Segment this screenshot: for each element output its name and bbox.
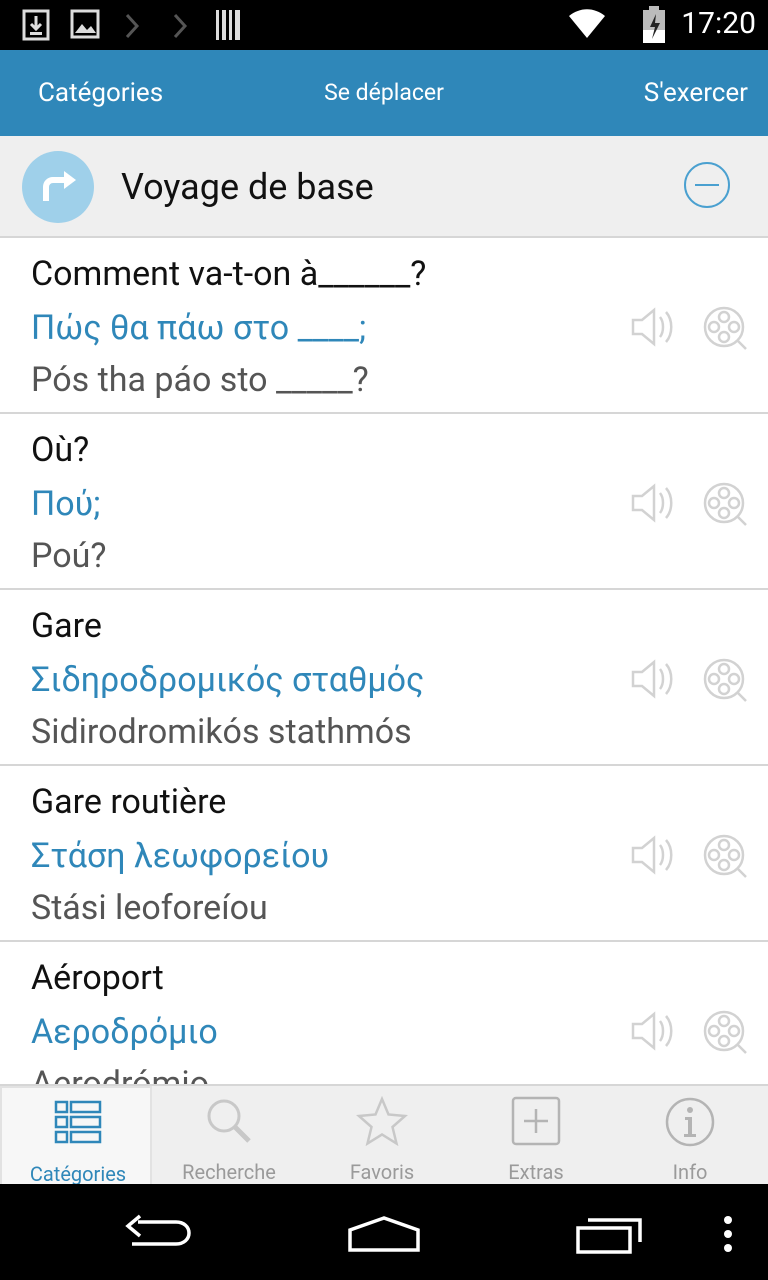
film-reel-icon[interactable] <box>702 305 750 353</box>
phrase-row[interactable]: Gare Σιδηροδρομικός σταθμός Sidirodromik… <box>0 590 768 766</box>
transliteration-text: Poú? <box>31 536 107 576</box>
tab-label: Favoris <box>349 1160 415 1184</box>
speaker-icon[interactable] <box>630 833 678 877</box>
speaker-icon[interactable] <box>630 1009 678 1053</box>
phrase-list: Comment va-t-on à______? Πώς θα πάω στο … <box>0 238 768 1084</box>
speaker-icon[interactable] <box>630 481 678 525</box>
plus-box-icon <box>460 1096 612 1152</box>
clock: 17:20 <box>681 6 756 41</box>
info-icon <box>614 1096 766 1152</box>
category-header[interactable]: Voyage de base <box>0 136 768 238</box>
search-icon <box>153 1096 305 1152</box>
tab-label: Recherche <box>182 1160 276 1184</box>
category-badge <box>22 151 94 223</box>
phrase-row[interactable]: Gare routière Στάση λεωφορείου Stási leo… <box>0 766 768 942</box>
tab-favorites[interactable]: Favoris <box>306 1086 458 1186</box>
category-title: Voyage de base <box>121 166 374 208</box>
home-icon[interactable] <box>346 1214 422 1258</box>
greek-text: Στάση λεωφορείου <box>31 836 330 876</box>
french-text: Gare <box>31 606 102 646</box>
barcode-icon <box>215 9 241 45</box>
practice-button[interactable]: S'exercer <box>644 50 748 136</box>
phrase-row[interactable]: Où? Πού; Poú? <box>0 414 768 590</box>
wifi-icon <box>568 8 606 44</box>
download-icon <box>22 9 50 45</box>
recent-apps-icon[interactable] <box>574 1216 646 1260</box>
tab-label: Catégories <box>29 1162 127 1186</box>
transliteration-text: Aerodrómio <box>31 1064 210 1084</box>
speaker-icon[interactable] <box>630 657 678 701</box>
transliteration-text: Stási leoforeíou <box>31 888 268 928</box>
categories-button[interactable]: Catégories <box>38 50 163 136</box>
tab-label: Info <box>672 1160 708 1184</box>
tab-categories[interactable]: Catégories <box>0 1086 152 1186</box>
bottom-tab-bar: Catégories Recherche Favoris Extras Info <box>0 1084 768 1186</box>
turn-arrow-icon <box>43 171 76 201</box>
french-text: Où? <box>31 430 90 470</box>
greek-text: Πώς θα πάω στο ____; <box>31 308 367 348</box>
transliteration-text: Pós tha páo sto _____? <box>31 360 369 400</box>
tab-search[interactable]: Recherche <box>153 1086 305 1186</box>
film-reel-icon[interactable] <box>702 1009 750 1057</box>
status-bar: 17:20 <box>0 0 768 50</box>
tab-extras[interactable]: Extras <box>460 1086 612 1186</box>
film-reel-icon[interactable] <box>702 657 750 705</box>
transliteration-text: Sidirodromikós stathmós <box>31 712 412 752</box>
action-bar: Se déplacer Catégories S'exercer <box>0 50 768 136</box>
chevron-right-icon <box>124 13 140 43</box>
collapse-button[interactable] <box>684 162 730 208</box>
tab-label: Extras <box>508 1160 564 1184</box>
image-icon <box>70 9 100 43</box>
chevron-right-icon <box>172 13 188 43</box>
phrase-row[interactable]: Aéroport Αεροδρόμιο Aerodrómio <box>0 942 768 1084</box>
phrase-row[interactable]: Comment va-t-on à______? Πώς θα πάω στο … <box>0 238 768 414</box>
greek-text: Σιδηροδρομικός σταθμός <box>31 660 425 700</box>
list-icon <box>2 1098 154 1154</box>
overflow-menu-icon[interactable] <box>722 1214 734 1258</box>
back-icon[interactable] <box>124 1214 194 1258</box>
film-reel-icon[interactable] <box>702 833 750 881</box>
navigation-bar <box>0 1184 768 1280</box>
french-text: Comment va-t-on à______? <box>31 254 427 294</box>
battery-charging-icon <box>642 6 666 48</box>
film-reel-icon[interactable] <box>702 481 750 529</box>
tab-info[interactable]: Info <box>614 1086 766 1186</box>
speaker-icon[interactable] <box>630 305 678 349</box>
greek-text: Πού; <box>31 484 101 524</box>
french-text: Gare routière <box>31 782 227 822</box>
french-text: Aéroport <box>31 958 164 998</box>
star-icon <box>306 1096 458 1152</box>
greek-text: Αεροδρόμιο <box>31 1012 218 1052</box>
